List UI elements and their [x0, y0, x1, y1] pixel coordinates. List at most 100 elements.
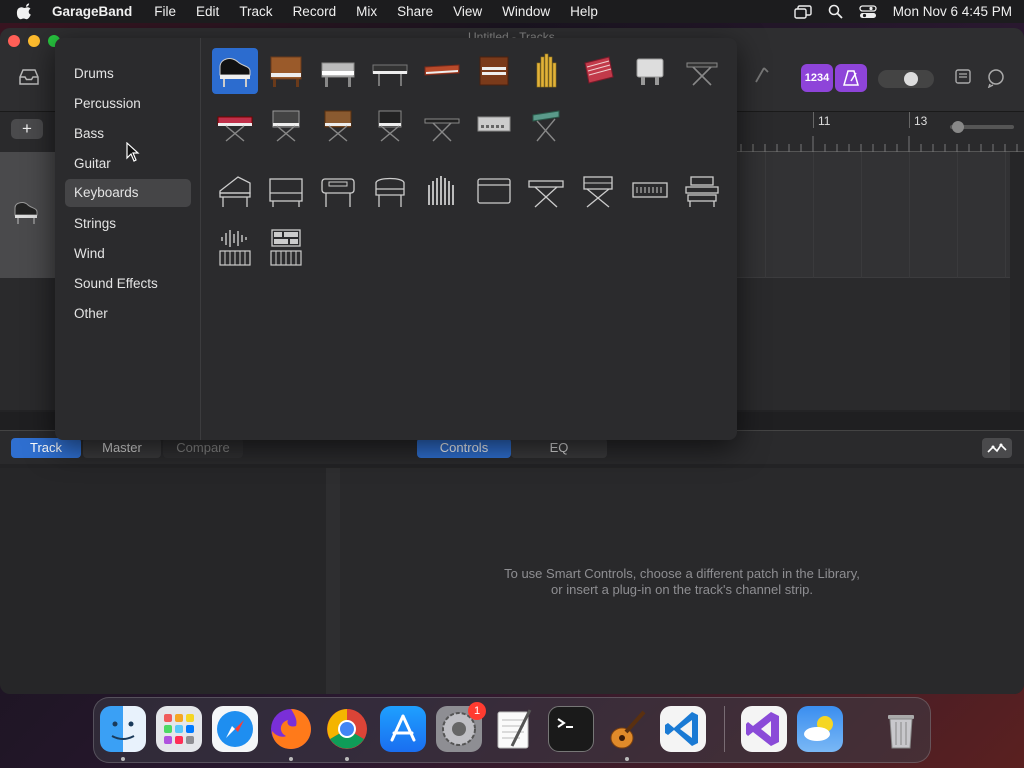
patch-outline-waveform-keys[interactable]	[212, 224, 258, 270]
patch-synth-dark[interactable]	[367, 102, 413, 148]
apple-icon[interactable]	[16, 2, 34, 21]
patch-outline-pipes[interactable]	[419, 168, 465, 214]
smart-controls-message: To use Smart Controls, choose a differen…	[340, 566, 1024, 598]
menu-mix[interactable]: Mix	[356, 4, 377, 19]
dock-textedit-icon[interactable]	[492, 706, 538, 752]
volume-knob[interactable]	[904, 72, 918, 86]
ruler-bar-13: 13	[914, 114, 928, 128]
red-synth-icon	[217, 116, 253, 142]
tab-track[interactable]: Track	[11, 438, 81, 458]
patch-grand-piano[interactable]	[212, 48, 258, 94]
patch-clavinet[interactable]	[627, 48, 673, 94]
category-wind[interactable]: Wind	[65, 240, 191, 268]
patch-synth-teal[interactable]	[523, 102, 569, 148]
patch-outline-grid-keys[interactable]	[263, 224, 309, 270]
patch-outline-grand[interactable]	[212, 168, 258, 214]
smart-controls-message-line2: or insert a plug-in on the track's chann…	[551, 582, 813, 597]
dock-visual-studio-icon[interactable]	[741, 706, 787, 752]
beat-ruler[interactable]	[737, 136, 1024, 152]
smart-controls-divider[interactable]	[326, 468, 340, 694]
menu-file[interactable]: File	[154, 4, 176, 19]
dock-trash-icon[interactable]	[878, 706, 924, 752]
dock-garageband-icon[interactable]	[604, 706, 650, 752]
menu-window[interactable]: Window	[502, 4, 550, 19]
menu-app-name[interactable]: GarageBand	[52, 4, 132, 19]
menu-record[interactable]: Record	[293, 4, 337, 19]
patch-synth-red[interactable]	[212, 102, 258, 148]
empty-track-area[interactable]	[0, 278, 60, 410]
vertical-scrollbar[interactable]	[1010, 152, 1024, 410]
patch-drum-machine[interactable]	[471, 102, 517, 148]
patch-electric-piano[interactable]	[419, 48, 465, 94]
dock-launchpad-icon[interactable]	[156, 706, 202, 752]
category-other[interactable]: Other	[65, 300, 191, 328]
patch-pipe-organ[interactable]	[523, 48, 569, 94]
count-in-label: 1234	[804, 72, 830, 84]
patch-synth-modular[interactable]	[263, 102, 309, 148]
dock-chrome-icon[interactable]	[324, 706, 370, 752]
grid-line	[909, 152, 910, 278]
textedit-pen-icon	[497, 709, 532, 749]
patch-synth-stand[interactable]	[419, 102, 465, 148]
patch-outline-upright[interactable]	[263, 168, 309, 214]
notepad-icon[interactable]	[954, 68, 972, 86]
menu-share[interactable]: Share	[397, 4, 433, 19]
dock-weather-icon[interactable]	[797, 706, 843, 752]
dock-terminal-icon[interactable]	[548, 706, 594, 752]
tuner-icon[interactable]	[750, 66, 770, 88]
patch-accordion[interactable]	[575, 48, 621, 94]
patch-stage-piano[interactable]	[367, 48, 413, 94]
metronome-button[interactable]	[835, 64, 867, 92]
patch-outline-workstation[interactable]	[679, 168, 725, 214]
synth-stand-icon	[424, 118, 460, 142]
spotlight-search-icon[interactable]	[828, 4, 843, 19]
empty-timeline-area[interactable]	[737, 278, 1024, 410]
mouse-pointer-icon	[126, 142, 140, 162]
control-center-icon[interactable]	[859, 4, 877, 19]
tab-compare[interactable]: Compare	[163, 438, 243, 458]
zoom-slider-knob[interactable]	[952, 121, 964, 133]
patch-outline-electric[interactable]	[315, 168, 361, 214]
tab-master[interactable]: Master	[83, 438, 161, 458]
master-volume-slider[interactable]	[878, 70, 934, 88]
patch-synth-vintage[interactable]	[315, 102, 361, 148]
patch-digital-piano[interactable]	[315, 48, 361, 94]
dock-finder-icon[interactable]	[100, 706, 146, 752]
dock-firefox-icon[interactable]	[268, 706, 314, 752]
patch-upright-piano[interactable]	[263, 48, 309, 94]
waveform-keyboard-icon	[219, 230, 251, 266]
close-window-button[interactable]	[8, 35, 20, 47]
patch-outline-modular[interactable]	[575, 168, 621, 214]
patch-keyboard-stand[interactable]	[679, 48, 725, 94]
dock-app-store-icon[interactable]	[380, 706, 426, 752]
category-sound-effects[interactable]: Sound Effects	[65, 270, 191, 298]
add-track-button[interactable]: +	[11, 119, 43, 139]
patch-outline-clavinet[interactable]	[471, 168, 517, 214]
count-in-button[interactable]: 1234	[801, 64, 833, 92]
visual-studio-logo-icon	[746, 712, 779, 746]
dock-safari-icon[interactable]	[212, 706, 258, 752]
minimize-window-button[interactable]	[28, 35, 40, 47]
menu-edit[interactable]: Edit	[196, 4, 219, 19]
category-drums[interactable]: Drums	[65, 60, 191, 88]
screen-mirroring-icon[interactable]	[793, 4, 812, 19]
track-lane[interactable]	[737, 152, 1024, 278]
tab-controls[interactable]: Controls	[417, 438, 511, 458]
library-toggle-icon[interactable]	[18, 68, 40, 86]
patch-outline-drum-machine[interactable]	[627, 168, 673, 214]
menu-track[interactable]: Track	[239, 4, 272, 19]
category-percussion[interactable]: Percussion	[65, 90, 191, 118]
smart-controls-inspector-button[interactable]	[982, 438, 1012, 458]
dock-vscode-icon[interactable]	[660, 706, 706, 752]
category-keyboards[interactable]: Keyboards	[65, 179, 191, 207]
loop-browser-icon[interactable]	[986, 68, 1006, 88]
category-strings[interactable]: Strings	[65, 210, 191, 238]
tab-eq[interactable]: EQ	[511, 438, 607, 458]
patch-outline-synth-stand[interactable]	[523, 168, 569, 214]
pipe-organ-icon	[536, 53, 557, 88]
menu-view[interactable]: View	[453, 4, 482, 19]
patch-organ[interactable]	[471, 48, 517, 94]
menu-clock[interactable]: Mon Nov 6 4:45 PM	[893, 4, 1012, 19]
menu-help[interactable]: Help	[570, 4, 598, 19]
patch-outline-organ[interactable]	[367, 168, 413, 214]
